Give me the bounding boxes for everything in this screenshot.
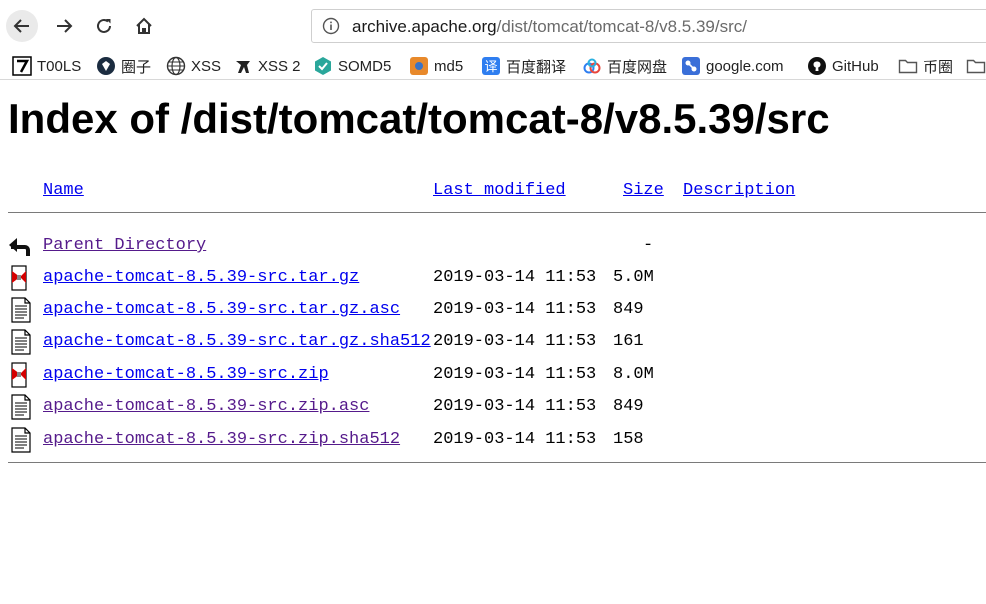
bookmark-label: 圈子 [121, 58, 152, 76]
browser-toolbar: archive.apache.org/dist/tomcat/tomcat-8/… [0, 0, 986, 52]
home-button[interactable] [128, 10, 160, 42]
md5-icon [410, 57, 428, 75]
somd5-icon [315, 57, 331, 75]
bookmark-label: 百度翻译 [506, 58, 567, 76]
bookmark-md5[interactable]: md5 [409, 55, 463, 77]
text-file-icon [11, 394, 31, 420]
bookmark-github[interactable]: GitHub [807, 55, 879, 77]
google-icon [682, 57, 700, 75]
sort-by-modified-link[interactable]: Last modified [433, 176, 566, 206]
sort-by-description-link[interactable]: Description [683, 176, 795, 206]
file-row: apache-tomcat-8.5.39-src.tar.gz.asc 2019… [8, 295, 986, 325]
file-size: 849 [613, 397, 644, 416]
file-size: 161 [613, 332, 644, 351]
forward-button[interactable] [48, 10, 80, 42]
bookmark-label: 百度网盘 [607, 58, 668, 76]
back-folder-icon [9, 238, 30, 256]
sort-by-size-link[interactable]: Size [623, 176, 664, 206]
parent-directory-link[interactable]: Parent Directory [43, 231, 206, 261]
url-host: archive.apache.org [352, 17, 497, 36]
bookmark-label: GitHub [832, 57, 879, 75]
bookmark-tools[interactable]: T00LS [12, 55, 81, 77]
file-size: 5.0M [613, 268, 654, 287]
bookmark-label: md5 [434, 57, 464, 75]
file-row: apache-tomcat-8.5.39-src.tar.gz 2019-03-… [8, 263, 986, 293]
bookmark-baidu-pan[interactable]: 百度网盘 [582, 55, 667, 77]
file-modified: 2019-03-14 11:53 [433, 332, 597, 351]
listing-top-divider [8, 212, 986, 213]
bookmark-label: google.com [706, 57, 784, 75]
file-modified: 2019-03-14 11:53 [433, 268, 597, 287]
bookmark-label: T00LS [37, 57, 82, 75]
url-text: archive.apache.org/dist/tomcat/tomcat-8/… [352, 17, 747, 37]
text-file-icon [11, 427, 31, 453]
xss2-icon [236, 61, 250, 73]
bookmark-folder-biquan[interactable]: 币圈 [898, 55, 953, 77]
svg-text:译: 译 [484, 60, 497, 75]
bookmark-circle[interactable]: 圈子 [96, 55, 151, 77]
home-icon [136, 17, 152, 34]
file-link[interactable]: apache-tomcat-8.5.39-src.zip [43, 360, 329, 390]
file-link[interactable]: apache-tomcat-8.5.39-src.zip.sha512 [43, 425, 400, 455]
file-link[interactable]: apache-tomcat-8.5.39-src.tar.gz [43, 263, 359, 293]
bookmark-somd5[interactable]: SOMD5 [313, 55, 391, 77]
tools-icon [12, 56, 32, 76]
bookmark-label: XSS 2 [258, 57, 301, 75]
text-file-icon [11, 329, 31, 355]
sort-by-name-link[interactable]: Name [43, 176, 84, 206]
url-path: /dist/tomcat/tomcat-8/v8.5.39/src/ [496, 17, 747, 36]
file-row: apache-tomcat-8.5.39-src.zip.sha512 2019… [8, 425, 986, 455]
arrow-right-icon [57, 19, 73, 33]
compressed-file-icon [11, 362, 27, 388]
github-icon [808, 57, 826, 75]
file-modified: 2019-03-14 11:53 [433, 300, 597, 319]
page-title: Index of /dist/tomcat/tomcat-8/v8.5.39/s… [8, 95, 830, 142]
reload-icon [97, 18, 111, 33]
file-row: apache-tomcat-8.5.39-src.zip 2019-03-14 … [8, 360, 986, 390]
baidu-pan-icon [583, 58, 601, 74]
bookmark-label: SOMD5 [338, 57, 392, 75]
file-modified: 2019-03-14 11:53 [433, 430, 597, 449]
parent-size: - [643, 236, 654, 255]
folder-icon [898, 59, 918, 74]
back-button[interactable] [6, 10, 38, 42]
compressed-file-icon [11, 265, 27, 291]
file-modified: 2019-03-14 11:53 [433, 397, 597, 416]
bookmark-google[interactable]: google.com [681, 55, 784, 77]
folder-icon [966, 59, 986, 74]
listing-header-row: Name Last modified Size Description [8, 176, 986, 206]
reload-button[interactable] [88, 10, 120, 42]
arrow-left-icon [13, 19, 29, 33]
file-size: 8.0M [613, 365, 654, 384]
file-modified: 2019-03-14 11:53 [433, 365, 597, 384]
circle-icon [97, 57, 115, 75]
bookmark-xss2[interactable]: XSS 2 [233, 55, 301, 77]
bookmark-label: XSS [191, 57, 222, 75]
bookmarks-bar: T00LS 圈子 XSS XSS 2 SOMD5 md5 译 百度翻译 百度网盘… [0, 52, 986, 80]
file-link[interactable]: apache-tomcat-8.5.39-src.tar.gz.sha512 [43, 327, 431, 357]
file-row: apache-tomcat-8.5.39-src.tar.gz.sha512 2… [8, 327, 986, 357]
address-bar[interactable]: archive.apache.org/dist/tomcat/tomcat-8/… [311, 9, 986, 43]
globe-icon [166, 56, 186, 76]
file-row: apache-tomcat-8.5.39-src.zip.asc 2019-03… [8, 392, 986, 422]
bookmark-folder-overflow[interactable] [966, 55, 986, 77]
file-size: 849 [613, 300, 644, 319]
file-size: 158 [613, 430, 644, 449]
baidu-translate-icon: 译 [482, 57, 500, 75]
bookmark-baidu-translate[interactable]: 译 百度翻译 [481, 55, 566, 77]
file-link[interactable]: apache-tomcat-8.5.39-src.zip.asc [43, 392, 369, 422]
info-icon[interactable] [322, 17, 340, 35]
bookmark-xss[interactable]: XSS [166, 55, 221, 77]
parent-directory-row: Parent Directory - [8, 231, 986, 261]
text-file-icon [11, 297, 31, 323]
file-link[interactable]: apache-tomcat-8.5.39-src.tar.gz.asc [43, 295, 400, 325]
listing-bottom-divider [8, 462, 986, 463]
bookmark-label: 币圈 [923, 58, 954, 76]
